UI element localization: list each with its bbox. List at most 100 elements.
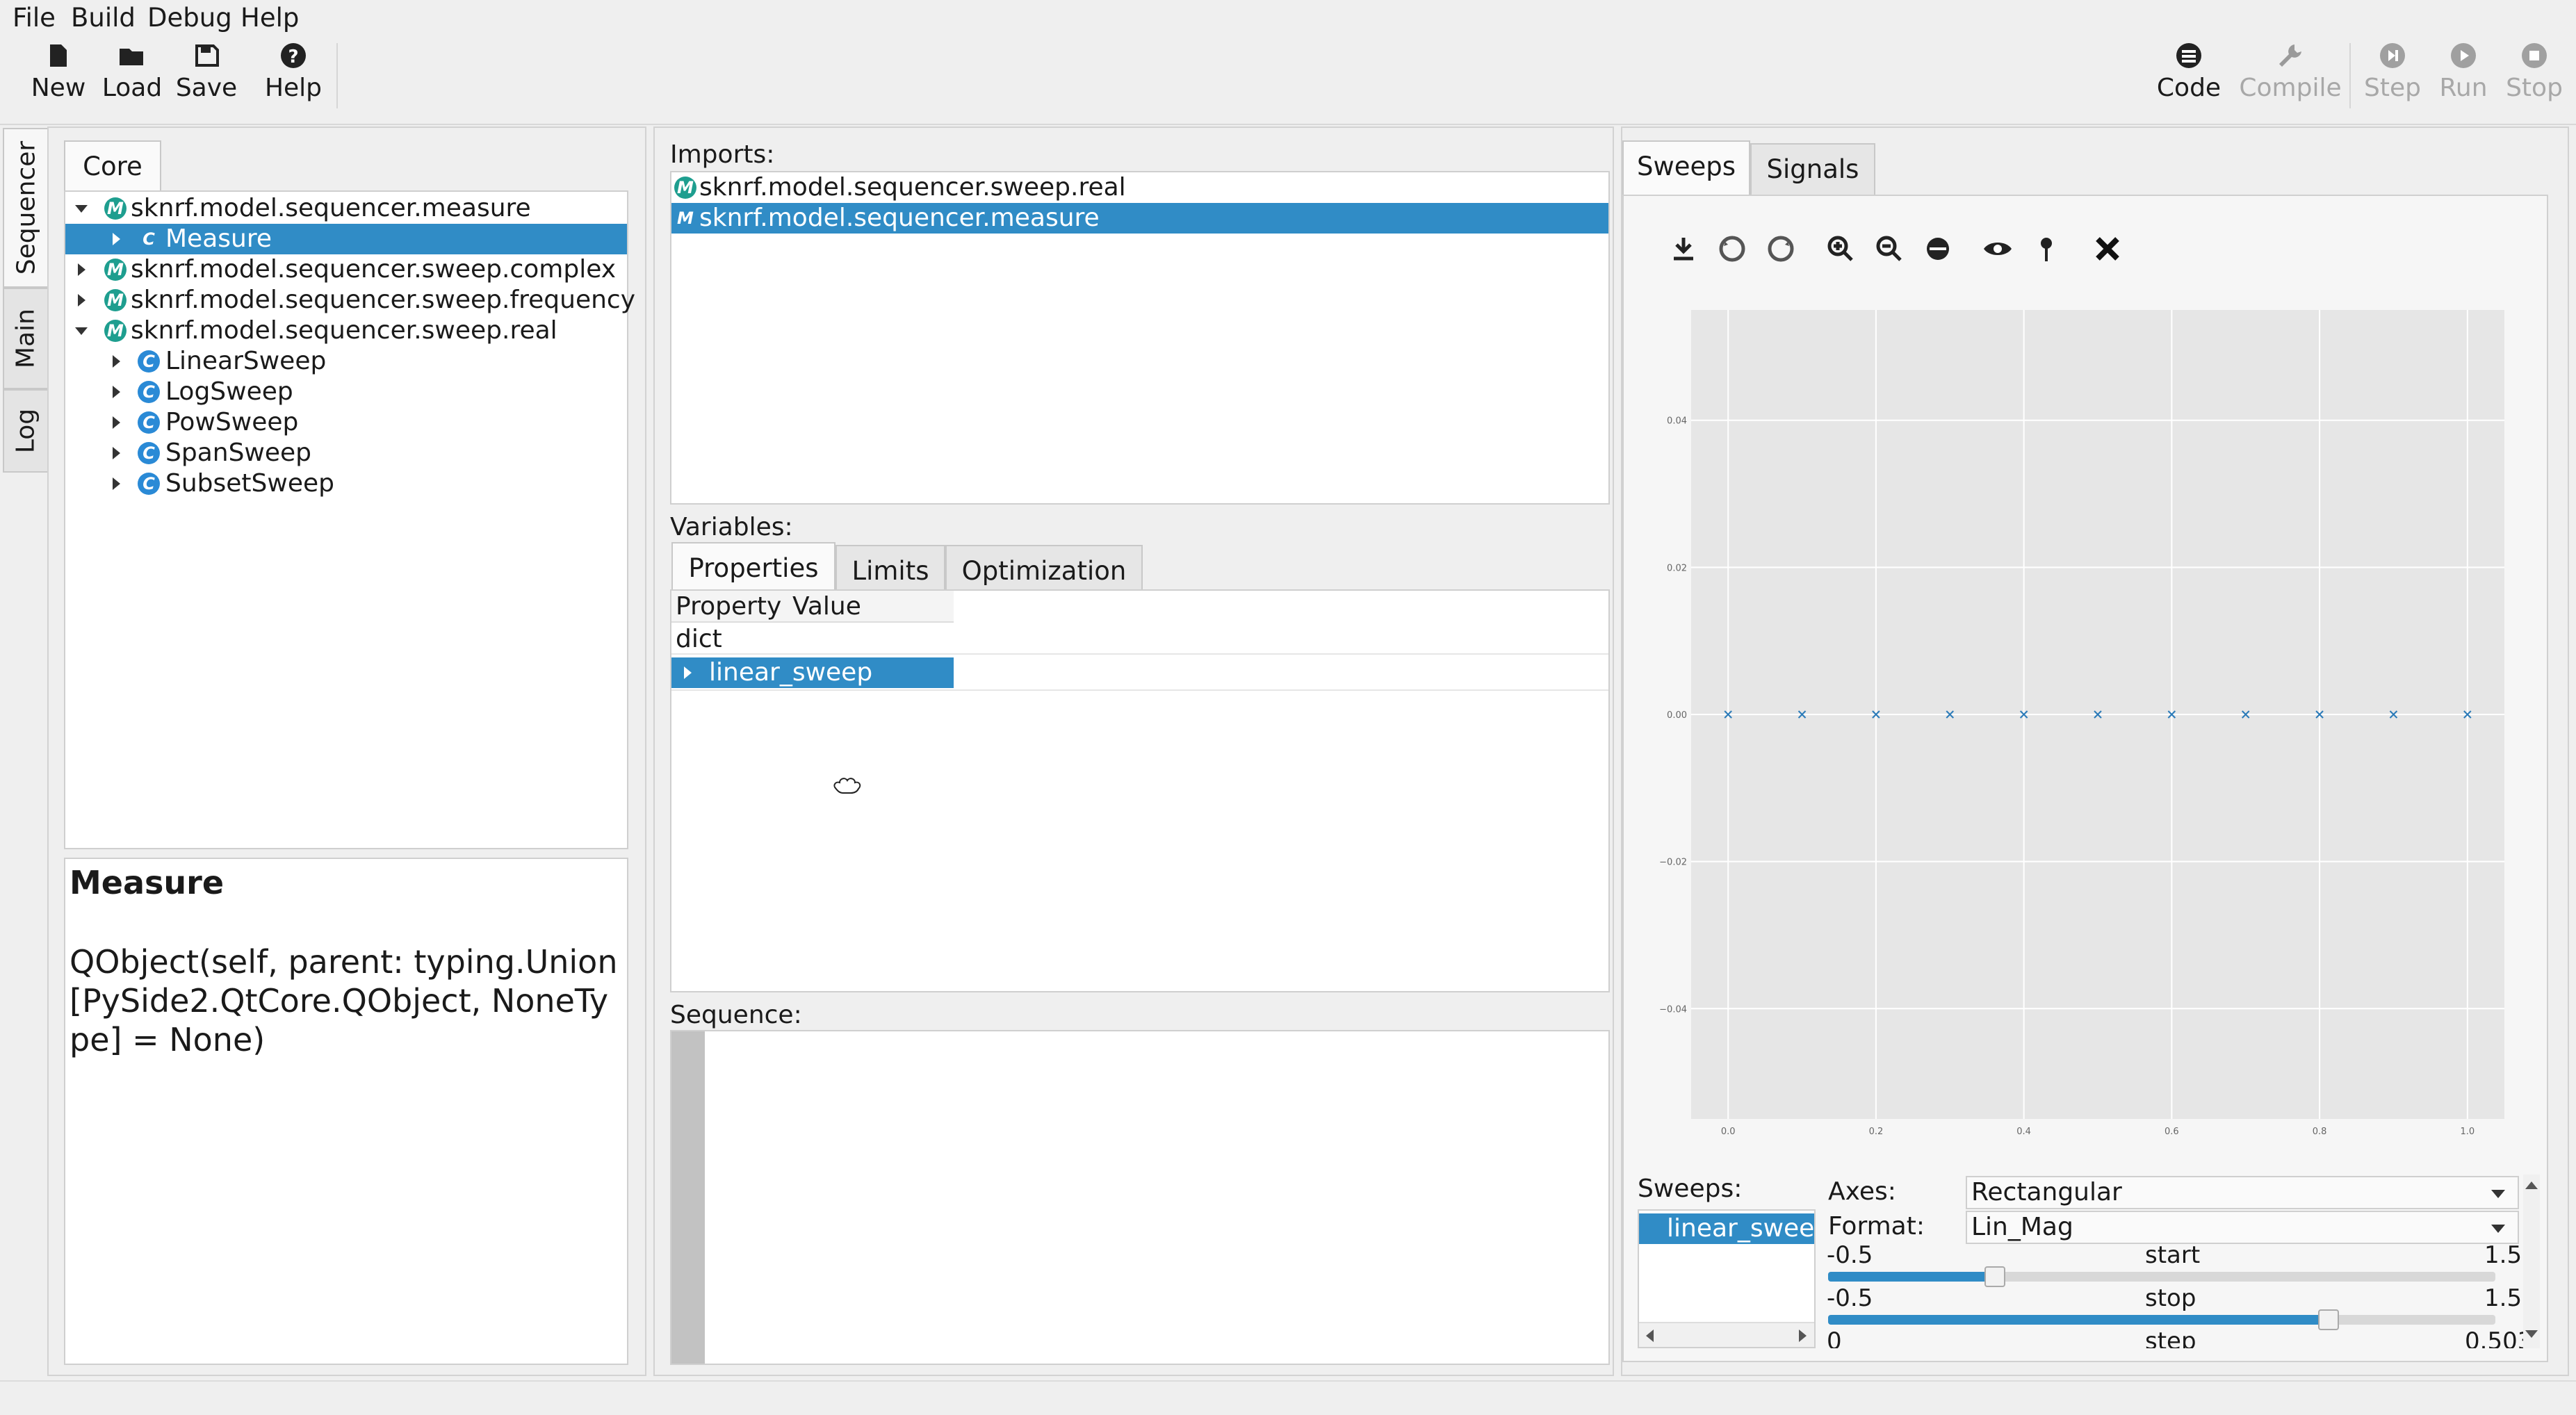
undo-icon[interactable]: [1715, 232, 1749, 265]
line-number-gutter: [671, 1031, 705, 1364]
menu-file[interactable]: File: [13, 1, 56, 35]
close-icon[interactable]: [2091, 232, 2124, 265]
imports-list[interactable]: M sknrf.model.sequencer.sweep.real M skn…: [670, 171, 1610, 505]
menu-build[interactable]: Build: [71, 1, 136, 35]
step-icon: [2380, 43, 2405, 68]
doc-body: QObject(self, parent: typing.Union[PySid…: [70, 943, 618, 1058]
format-select[interactable]: Lin_Mag: [1966, 1211, 2519, 1244]
expand-arrow-icon[interactable]: [78, 263, 85, 276]
class-icon: C: [138, 350, 160, 373]
vertical-scrollbar[interactable]: [2523, 1175, 2540, 1348]
y-tick-label: 0.04: [1667, 416, 1687, 427]
chevron-down-icon: [2491, 1225, 2505, 1233]
doc-panel: Measure QObject(self, parent: typing.Uni…: [64, 858, 628, 1365]
tab-log[interactable]: Log: [3, 389, 49, 473]
slider-handle[interactable]: [2318, 1309, 2339, 1330]
stop-slider[interactable]: -0.5 stop 1.5: [1825, 1286, 2522, 1330]
expand-arrow-icon[interactable]: [113, 233, 120, 245]
sweep-settings: Axes: Rectangular Format: Lin_Mag -0.5 s…: [1825, 1175, 2541, 1348]
slider-fill: [1828, 1315, 2329, 1325]
menu-help[interactable]: Help: [241, 1, 299, 35]
start-slider[interactable]: -0.5 start 1.5: [1825, 1243, 2522, 1287]
column-property[interactable]: Property: [676, 591, 781, 623]
axes-label: Axes:: [1828, 1177, 1896, 1206]
toolbar-separator: [2349, 43, 2351, 108]
expand-arrow-icon[interactable]: [78, 294, 85, 306]
x-tick-label: 0.0: [1721, 1127, 1736, 1137]
tab-core[interactable]: Core: [64, 140, 161, 196]
scroll-down-icon[interactable]: [2525, 1330, 2538, 1338]
doc-title: Measure: [70, 864, 225, 901]
sweep-plot[interactable]: 0.0 0.2 0.4 0.6 0.8 1.0 0.04 0.02 0.00 −0.02 −0.04: [1627, 299, 2530, 1154]
zoom-in-icon[interactable]: [1824, 232, 1857, 265]
y-tick-label: 0.02: [1667, 563, 1687, 573]
menu-debug[interactable]: Debug: [147, 1, 232, 35]
redo-icon[interactable]: [1764, 232, 1798, 265]
toolbar-separator: [336, 43, 338, 108]
tab-sequencer[interactable]: Sequencer: [3, 128, 49, 288]
tab-sweeps[interactable]: Sweeps: [1622, 140, 1750, 196]
horizontal-scrollbar[interactable]: [1639, 1322, 1814, 1347]
step-button[interactable]: Step: [2361, 36, 2424, 113]
expand-arrow-icon[interactable]: [113, 477, 120, 490]
step-slider[interactable]: 0 step 0.503: [1825, 1329, 2532, 1348]
code-button[interactable]: Code: [2155, 36, 2223, 113]
axes-select[interactable]: Rectangular: [1966, 1176, 2519, 1209]
import-item[interactable]: M sknrf.model.sequencer.sweep.real: [671, 172, 1608, 203]
stop-button[interactable]: Stop: [2500, 36, 2569, 113]
module-icon: M: [104, 259, 127, 281]
scroll-left-icon[interactable]: [1646, 1330, 1654, 1342]
import-item-selected[interactable]: M sknrf.model.sequencer.measure: [671, 203, 1608, 234]
table-row[interactable]: dict: [671, 624, 1608, 655]
expand-arrow-icon[interactable]: [684, 666, 692, 679]
new-button[interactable]: New: [28, 36, 89, 113]
module-icon: M: [104, 289, 127, 311]
zoom-out-icon[interactable]: [1873, 232, 1906, 265]
class-icon: C: [138, 381, 160, 403]
zoom-fit-icon[interactable]: [1921, 232, 1955, 265]
svg-text:?: ?: [288, 47, 298, 67]
status-bar: [0, 1380, 2576, 1415]
tree-item-class-selected[interactable]: C Measure: [65, 224, 627, 254]
x-tick-label: 1.0: [2460, 1127, 2475, 1137]
expand-arrow-icon[interactable]: [113, 447, 120, 459]
module-icon: M: [677, 208, 694, 228]
sweep-list-item[interactable]: linear_sweep: [1639, 1213, 1814, 1244]
table-row-selected[interactable]: linear_sweep: [671, 657, 954, 688]
sequence-editor[interactable]: [670, 1030, 1610, 1365]
run-button[interactable]: Run: [2431, 36, 2495, 113]
y-tick-label: −0.02: [1659, 858, 1687, 868]
download-icon[interactable]: [1667, 232, 1700, 265]
slider-handle[interactable]: [1984, 1266, 2005, 1287]
column-value[interactable]: Value: [792, 591, 861, 623]
play-icon: [2451, 43, 2476, 68]
scroll-up-icon[interactable]: [2525, 1181, 2538, 1189]
new-file-icon: [50, 44, 67, 67]
tab-signals[interactable]: Signals: [1750, 143, 1875, 196]
save-button[interactable]: Save: [175, 36, 238, 113]
grab-cursor-icon: [833, 778, 861, 794]
load-button[interactable]: Load: [101, 36, 163, 113]
core-tree[interactable]: M sknrf.model.sequencer.measure C Measur…: [64, 190, 635, 849]
folder-open-icon: [120, 49, 143, 65]
x-tick-label: 0.8: [2313, 1127, 2327, 1137]
tab-main[interactable]: Main: [3, 288, 49, 389]
compile-button[interactable]: Compile: [2238, 36, 2342, 113]
sweeps-list[interactable]: linear_sweep: [1638, 1209, 1816, 1348]
tree-item-module[interactable]: M sknrf.model.sequencer.measure: [65, 193, 627, 224]
expand-arrow-icon[interactable]: [75, 327, 88, 335]
table-header: Property Value: [671, 591, 954, 623]
save-icon: [195, 44, 219, 67]
expand-arrow-icon[interactable]: [75, 205, 88, 213]
eye-icon[interactable]: [1981, 232, 2014, 265]
row-divider: [671, 689, 1608, 691]
class-icon: C: [138, 411, 160, 434]
help-button[interactable]: ? Help: [260, 36, 327, 113]
pin-icon[interactable]: [2030, 232, 2063, 265]
properties-table[interactable]: Property Value dict linear_sweep: [670, 589, 1610, 992]
expand-arrow-icon[interactable]: [113, 386, 120, 398]
expand-arrow-icon[interactable]: [113, 416, 120, 429]
scroll-right-icon[interactable]: [1799, 1330, 1807, 1342]
toolbar-divider: [0, 124, 2576, 125]
expand-arrow-icon[interactable]: [113, 355, 120, 368]
